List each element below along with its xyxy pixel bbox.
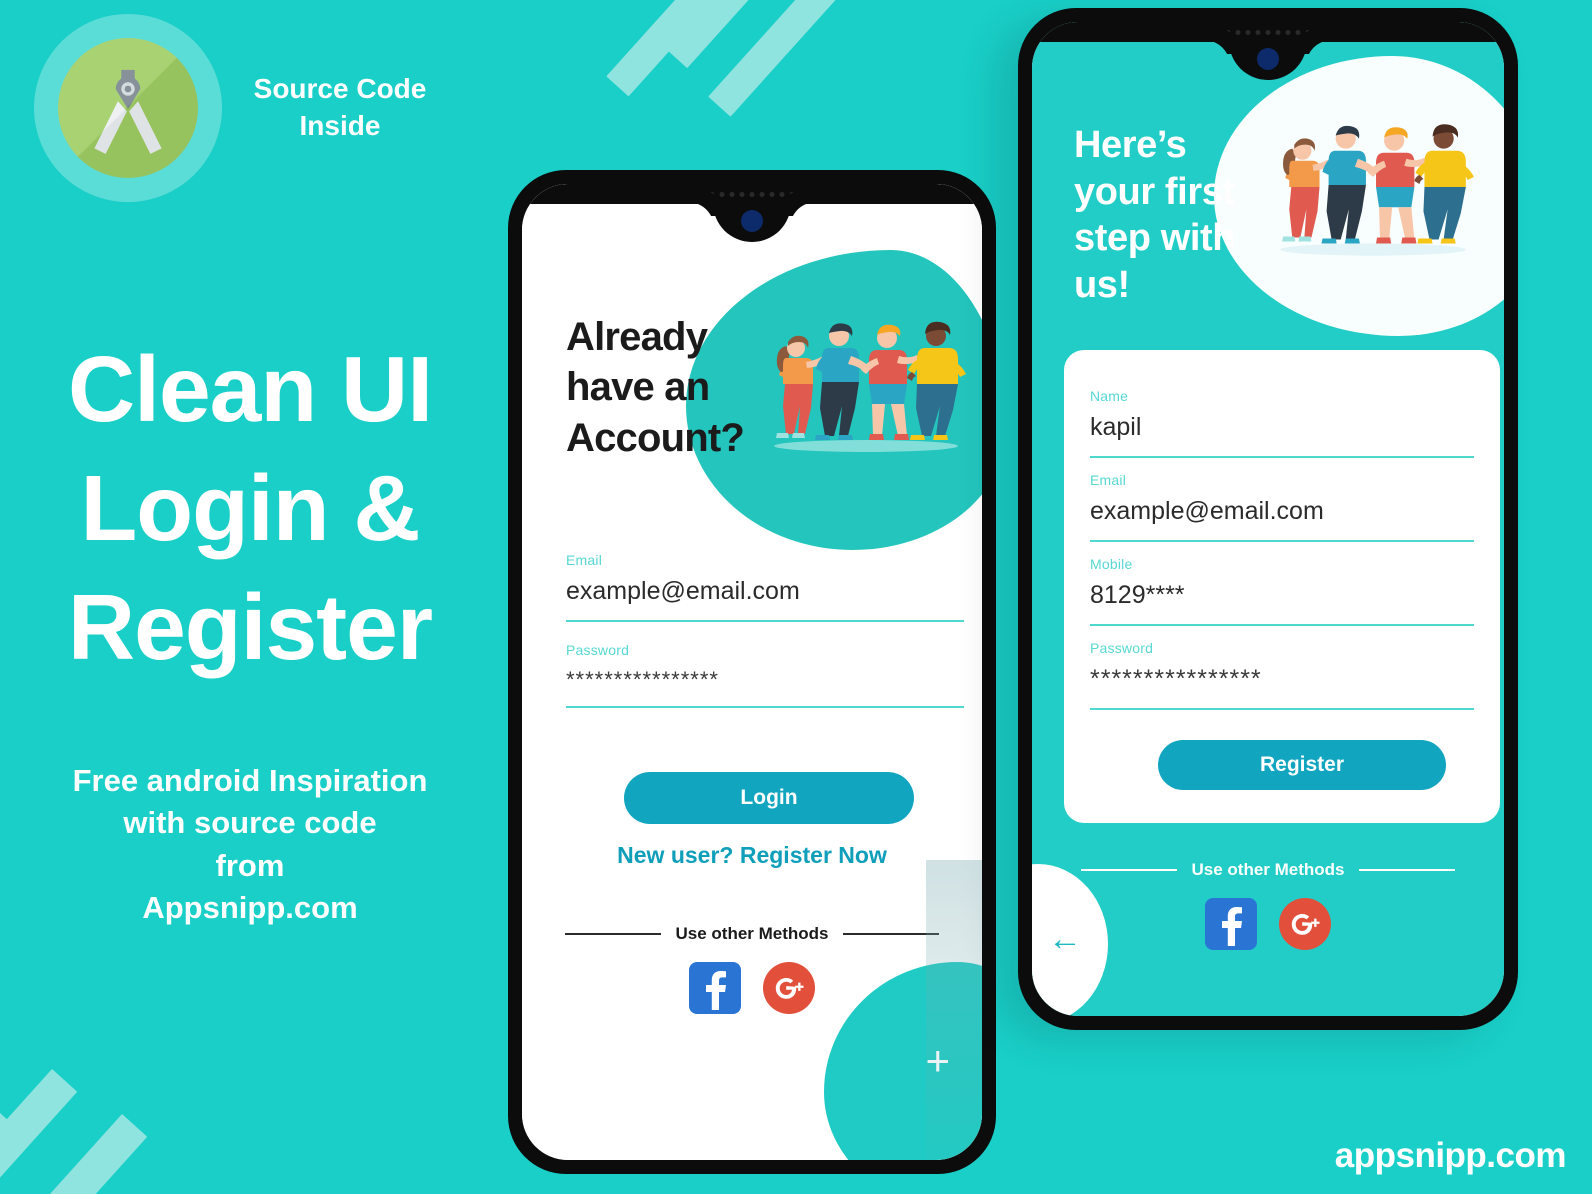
source-code-line2: Inside xyxy=(299,110,381,141)
phone-mockup-register: Here’s your first step with us! Name kap… xyxy=(1018,8,1518,1030)
register-heading-line3: step with xyxy=(1074,217,1236,260)
add-icon[interactable]: + xyxy=(925,1040,950,1082)
field-underline xyxy=(566,619,964,622)
field-underline xyxy=(1090,707,1474,710)
register-heading: Here’s your first step with us! xyxy=(1074,122,1235,309)
watermark: appsnipp.com xyxy=(1334,1136,1567,1175)
register-button[interactable]: Register xyxy=(1158,740,1446,790)
headline-line2: Login & xyxy=(80,456,420,561)
login-heading: Already have an Account? xyxy=(566,312,745,463)
email-field[interactable]: Email example@email.com xyxy=(566,552,964,622)
mobile-field-label: Mobile xyxy=(1090,556,1133,572)
login-body: Already have an Account? Email example@e… xyxy=(522,184,982,1160)
source-code-line1: Source Code xyxy=(253,73,427,105)
password-field[interactable]: Password **************** xyxy=(1090,640,1474,710)
login-heading-line1: Already xyxy=(566,315,708,359)
email-field-value[interactable]: example@email.com xyxy=(1090,497,1474,540)
register-form-card: Name kapil Email example@email.com Mobil… xyxy=(1064,350,1500,823)
page-subtitle: Free android Inspiration with source cod… xyxy=(0,760,500,930)
other-methods-label: Use other Methods xyxy=(675,924,829,943)
divider-line-right xyxy=(1358,869,1455,871)
page-title: Clean UI Login & Register xyxy=(0,330,500,687)
register-heading-line1: Here’s xyxy=(1074,124,1187,166)
email-field-value[interactable]: example@email.com xyxy=(566,577,964,620)
headline-line3: Register xyxy=(67,575,433,680)
email-field-label: Email xyxy=(566,552,603,568)
register-heading-line4: us! xyxy=(1074,264,1130,307)
stripe xyxy=(708,0,865,117)
people-group-illustration xyxy=(774,321,966,452)
subline-line3: from xyxy=(215,847,285,883)
google-plus-icon[interactable] xyxy=(1279,898,1331,950)
facebook-icon[interactable] xyxy=(1205,898,1257,950)
register-screen: Here’s your first step with us! Name kap… xyxy=(1032,22,1504,1016)
logo-row: Source Code Inside xyxy=(34,14,440,202)
name-field-value[interactable]: kapil xyxy=(1090,413,1474,456)
password-field-label: Password xyxy=(1090,640,1154,656)
mobile-field[interactable]: Mobile 8129**** xyxy=(1090,556,1474,626)
email-field[interactable]: Email example@email.com xyxy=(1090,472,1474,542)
other-methods-label: Use other Methods xyxy=(1191,860,1345,879)
facebook-icon[interactable] xyxy=(689,962,741,1014)
subline-line2: with source code xyxy=(123,805,377,841)
phone-mockup-login: Already have an Account? Email example@e… xyxy=(508,170,996,1174)
password-field-value[interactable]: **************** xyxy=(1090,665,1474,708)
login-button[interactable]: Login xyxy=(624,772,914,824)
password-field-label: Password xyxy=(566,642,630,658)
field-underline xyxy=(1090,539,1474,542)
subline-line4: Appsnipp.com xyxy=(142,890,358,926)
google-plus-icon[interactable] xyxy=(763,962,815,1014)
divider-line-left xyxy=(1081,869,1178,871)
headline-line1: Clean UI xyxy=(67,337,433,441)
people-group-illustration xyxy=(1280,124,1474,256)
android-studio-icon xyxy=(34,14,222,202)
register-body: Here’s your first step with us! Name kap… xyxy=(1032,22,1504,1016)
subline-line1: Free android Inspiration xyxy=(72,763,428,798)
field-underline xyxy=(1090,623,1474,626)
password-field[interactable]: Password **************** xyxy=(566,642,964,709)
stripe xyxy=(664,0,805,69)
login-heading-line2: have an xyxy=(566,365,710,410)
login-heading-line3: Account? xyxy=(566,415,745,460)
register-now-link[interactable]: New user? Register Now xyxy=(522,842,982,869)
mobile-field-value[interactable]: 8129**** xyxy=(1090,581,1474,624)
login-screen: Already have an Account? Email example@e… xyxy=(522,184,982,1160)
name-field[interactable]: Name kapil xyxy=(1090,388,1474,458)
promo-panel: Source Code Inside Clean UI Login & Regi… xyxy=(0,0,500,1194)
field-underline xyxy=(566,706,964,709)
password-field-value[interactable]: **************** xyxy=(566,667,964,706)
back-arrow-icon[interactable]: ← xyxy=(1048,922,1082,956)
other-methods-section: Use other Methods xyxy=(1032,860,1504,950)
divider-line-right xyxy=(842,933,939,935)
source-code-caption: Source Code Inside xyxy=(240,71,440,145)
divider-line-left xyxy=(565,933,662,935)
register-heading-line2: your first xyxy=(1074,170,1235,213)
name-field-label: Name xyxy=(1090,388,1129,404)
stripe xyxy=(606,0,743,97)
field-underline xyxy=(1090,455,1474,458)
email-field-label: Email xyxy=(1090,472,1127,488)
decorative-stripes-top xyxy=(606,0,902,140)
